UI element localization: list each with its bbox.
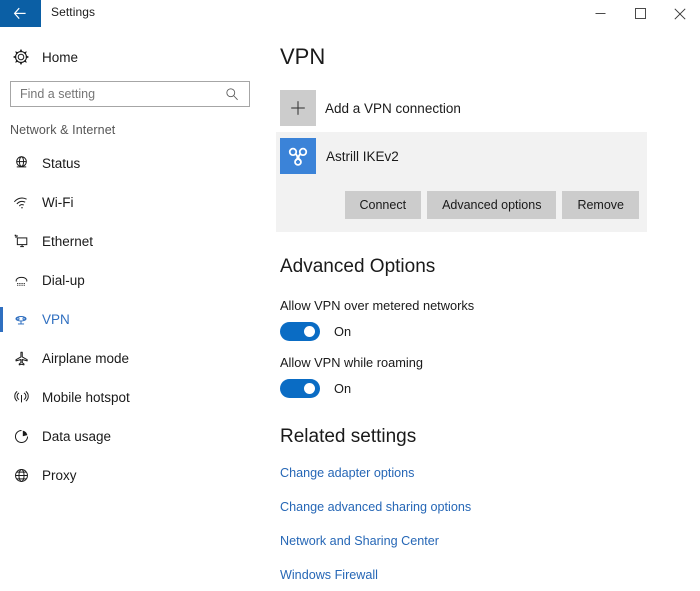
advanced-options-heading: Advanced Options (280, 256, 435, 278)
allow-vpn-metered-state: On (334, 324, 351, 339)
sidebar-item-proxy[interactable]: Proxy (0, 456, 268, 495)
sidebar-item-label-proxy: Proxy (42, 468, 77, 483)
dialup-phone-icon (0, 272, 42, 289)
link-change-adapter-options[interactable]: Change adapter options (280, 466, 414, 480)
vpn-connection-name: Astrill IKEv2 (326, 149, 399, 164)
window-title: Settings (51, 5, 95, 19)
allow-vpn-metered-toggle-row: On (280, 322, 351, 341)
advanced-options-button[interactable]: Advanced options (427, 191, 556, 219)
sidebar-item-label-airplane-mode: Airplane mode (42, 351, 129, 366)
back-button[interactable] (0, 0, 41, 27)
window-controls (580, 0, 700, 27)
search-icon[interactable] (219, 87, 245, 101)
sidebar-item-home[interactable]: Home (0, 42, 268, 72)
back-arrow-icon (13, 7, 28, 20)
sidebar-item-status[interactable]: Status (0, 144, 268, 183)
sidebar: Home Network & Internet (0, 28, 276, 591)
sidebar-item-wifi[interactable]: Wi-Fi (0, 183, 268, 222)
remove-button[interactable]: Remove (562, 191, 639, 219)
link-network-and-sharing-center[interactable]: Network and Sharing Center (280, 534, 439, 548)
sidebar-item-mobile-hotspot[interactable]: Mobile hotspot (0, 378, 268, 417)
allow-vpn-roaming-state: On (334, 381, 351, 396)
sidebar-item-label-data-usage: Data usage (42, 429, 111, 444)
link-windows-firewall[interactable]: Windows Firewall (280, 568, 378, 582)
allow-vpn-roaming-toggle-row: On (280, 379, 351, 398)
toggle-knob (304, 383, 315, 394)
page-title: VPN (280, 44, 325, 70)
vpn-connection-card[interactable]: Astrill IKEv2 Connect Advanced options R… (276, 132, 647, 232)
sidebar-item-dialup[interactable]: Dial-up (0, 261, 268, 300)
status-globe-icon (0, 155, 42, 172)
maximize-button[interactable] (620, 0, 660, 27)
astrill-vpn-icon (280, 138, 316, 174)
toggle-knob (304, 326, 315, 337)
sidebar-item-label-dialup: Dial-up (42, 273, 85, 288)
minimize-icon (595, 8, 606, 19)
sidebar-group-label: Network & Internet (10, 123, 115, 137)
plus-icon (280, 90, 316, 126)
allow-vpn-roaming-toggle[interactable] (280, 379, 320, 398)
sidebar-nav-list: Status Wi-Fi (0, 144, 276, 495)
allow-vpn-metered-toggle[interactable] (280, 322, 320, 341)
add-vpn-connection-label: Add a VPN connection (325, 101, 461, 116)
allow-vpn-roaming-label: Allow VPN while roaming (280, 355, 423, 370)
main-content: VPN Add a VPN connection (276, 28, 700, 591)
search-input[interactable] (11, 83, 219, 105)
sidebar-item-label-home: Home (42, 50, 78, 65)
airplane-icon (0, 350, 42, 367)
sidebar-item-data-usage[interactable]: Data usage (0, 417, 268, 456)
vpn-card-actions: Connect Advanced options Remove (345, 191, 640, 219)
close-button[interactable] (660, 0, 700, 27)
sidebar-item-label-vpn: VPN (42, 312, 70, 327)
sidebar-item-label-mobile-hotspot: Mobile hotspot (42, 390, 130, 405)
globe-icon (0, 467, 42, 484)
related-settings-links: Change adapter options Change advanced s… (280, 466, 680, 591)
gear-icon (0, 48, 42, 66)
hotspot-icon (0, 389, 42, 406)
maximize-icon (635, 8, 646, 19)
close-icon (674, 8, 686, 20)
related-settings-heading: Related settings (280, 426, 416, 448)
minimize-button[interactable] (580, 0, 620, 27)
wifi-icon (0, 194, 42, 211)
ethernet-icon (0, 233, 42, 250)
allow-vpn-metered-label: Allow VPN over metered networks (280, 298, 474, 313)
pie-chart-icon (0, 428, 42, 445)
search-box[interactable] (10, 81, 250, 107)
settings-window: Settings (0, 0, 700, 591)
sidebar-item-ethernet[interactable]: Ethernet (0, 222, 268, 261)
connect-button[interactable]: Connect (345, 191, 422, 219)
selection-accent-bar (0, 307, 3, 332)
sidebar-item-airplane-mode[interactable]: Airplane mode (0, 339, 268, 378)
add-vpn-connection-button[interactable]: Add a VPN connection (280, 88, 680, 128)
link-change-advanced-sharing-options[interactable]: Change advanced sharing options (280, 500, 471, 514)
sidebar-item-label-status: Status (42, 156, 80, 171)
sidebar-item-vpn[interactable]: VPN (0, 300, 268, 339)
vpn-icon (0, 311, 42, 329)
vpn-connection-row[interactable]: Astrill IKEv2 (280, 138, 399, 174)
sidebar-item-label-ethernet: Ethernet (42, 234, 93, 249)
sidebar-item-label-wifi: Wi-Fi (42, 195, 73, 210)
title-bar: Settings (0, 0, 700, 28)
